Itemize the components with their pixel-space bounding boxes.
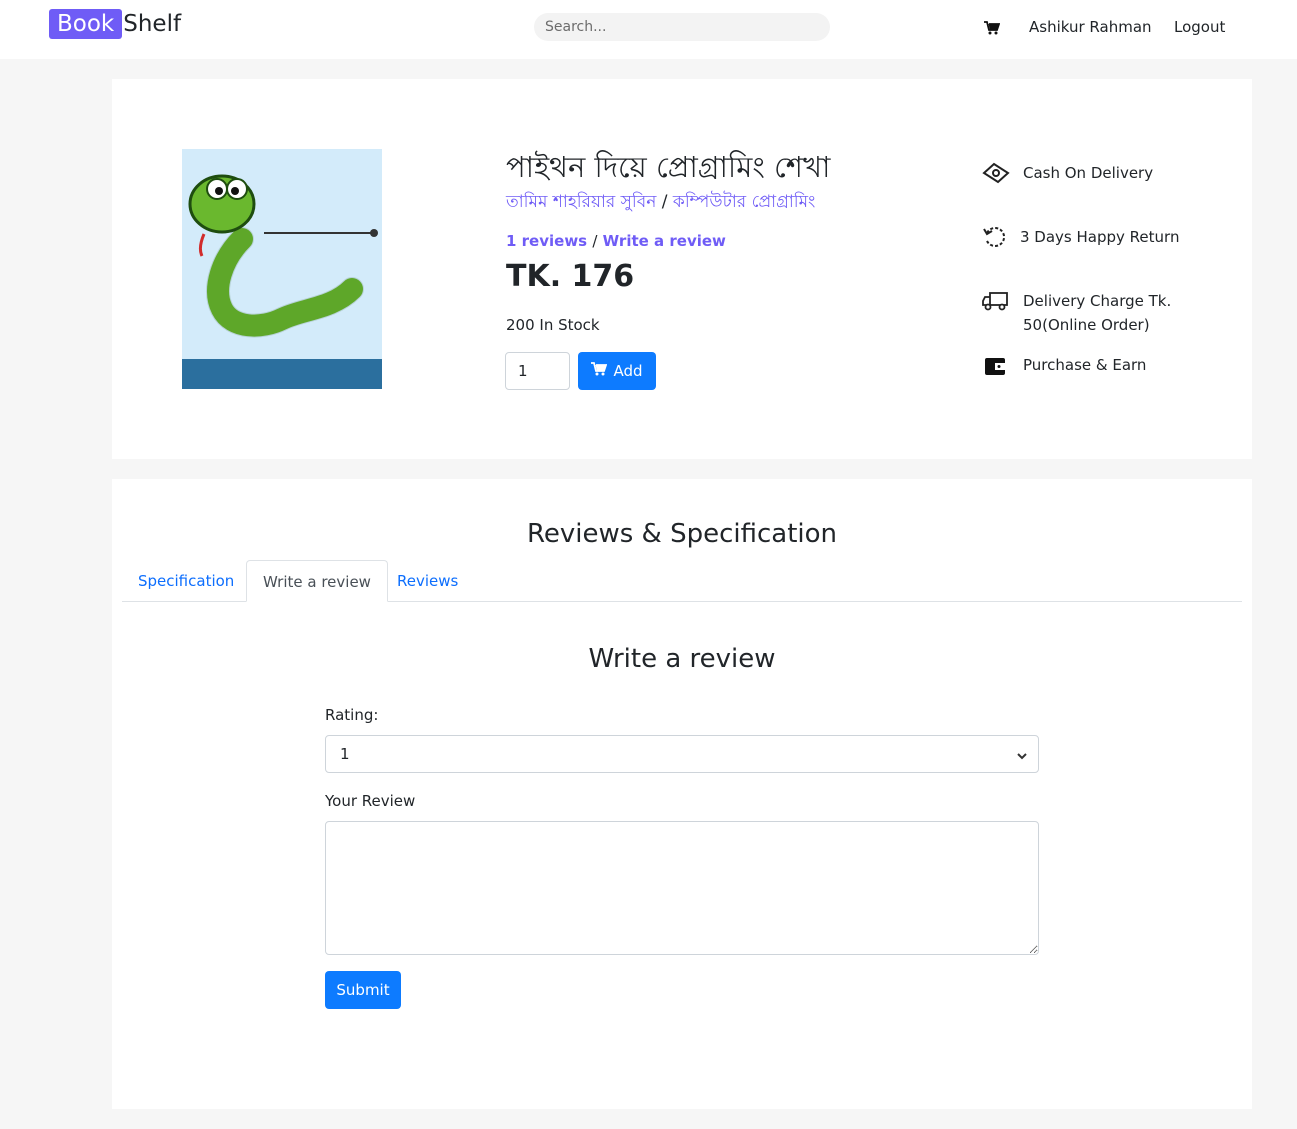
- brand-logo-book: Book: [49, 9, 123, 39]
- author-link[interactable]: তামিম শাহরিয়ার সুবিন: [506, 192, 656, 212]
- add-to-cart-button[interactable]: Add: [578, 352, 656, 390]
- cart-icon[interactable]: [984, 20, 1001, 36]
- tab-specification[interactable]: Specification: [122, 560, 250, 602]
- reviews-count-link[interactable]: 1 reviews: [506, 232, 587, 250]
- section-title: Reviews & Specification: [526, 519, 838, 549]
- feature-label: 3 Days Happy Return: [1020, 228, 1180, 246]
- cart-icon: [591, 361, 608, 381]
- brand-logo-shelf: Shelf: [123, 11, 182, 37]
- review-label: Your Review: [325, 792, 416, 810]
- product-price: TK. 176: [506, 259, 635, 294]
- feature-item: Delivery Charge Tk. 50(Online Order): [982, 289, 1243, 337]
- meta-separator: /: [661, 192, 668, 212]
- rating-select[interactable]: 1: [325, 735, 1039, 773]
- feature-item: Cash On Delivery: [982, 161, 1243, 185]
- stock-status: 200 In Stock: [506, 316, 600, 334]
- add-button-label: Add: [613, 362, 643, 380]
- book-cover-image: [182, 149, 382, 389]
- product-title: পাইথন দিয়ে প্রোগ্রামিং শেখা: [506, 150, 831, 184]
- wallet-icon: [982, 353, 1010, 377]
- feature-item: Purchase & Earn: [982, 353, 1243, 377]
- navbar: Book Shelf Ashikur Rahman Logout: [0, 0, 1297, 59]
- product-card: পাইথন দিয়ে প্রোগ্রামিং শেখা তামিম শাহরি…: [112, 79, 1252, 459]
- user-name-link[interactable]: Ashikur Rahman: [1029, 18, 1152, 36]
- product-meta: তামিম শাহরিয়ার সুবিন / কম্পিউটার প্রোগ্…: [506, 189, 815, 217]
- truck-icon: [982, 289, 1010, 313]
- logout-link[interactable]: Logout: [1174, 18, 1225, 36]
- feature-label: Delivery Charge Tk. 50(Online Order): [1023, 292, 1172, 334]
- tab-reviews[interactable]: Reviews: [381, 560, 474, 602]
- cash-icon: [982, 161, 1010, 185]
- write-review-link[interactable]: Write a review: [603, 232, 726, 250]
- form-title: Write a review: [588, 644, 776, 674]
- rating-select-value: 1: [340, 745, 350, 763]
- feature-item: 3 Days Happy Return: [982, 225, 1240, 249]
- brand-logo[interactable]: Book Shelf: [49, 9, 181, 39]
- tabs: Specification Write a review Reviews: [122, 560, 1242, 602]
- features-list: Cash On Delivery 3 Days Happy Return Del…: [982, 79, 1252, 459]
- review-textarea[interactable]: [325, 821, 1039, 955]
- feature-label: Cash On Delivery: [1023, 164, 1154, 182]
- review-links: 1 reviews / Write a review: [506, 232, 726, 250]
- feature-label: Purchase & Earn: [1023, 356, 1147, 374]
- return-icon: [982, 225, 1007, 249]
- category-link[interactable]: কম্পিউটার প্রোগ্রামিং: [673, 192, 815, 212]
- reviews-card: Reviews & Specification Specification Wr…: [112, 479, 1252, 1109]
- chevron-down-icon: [1016, 748, 1028, 760]
- search-input[interactable]: [534, 13, 830, 41]
- review-separator: /: [592, 232, 598, 250]
- book-cover-band: [182, 359, 382, 389]
- tab-write-review[interactable]: Write a review: [246, 560, 388, 602]
- quantity-input[interactable]: [505, 352, 570, 390]
- submit-button[interactable]: Submit: [325, 971, 401, 1009]
- rating-label: Rating:: [325, 706, 379, 724]
